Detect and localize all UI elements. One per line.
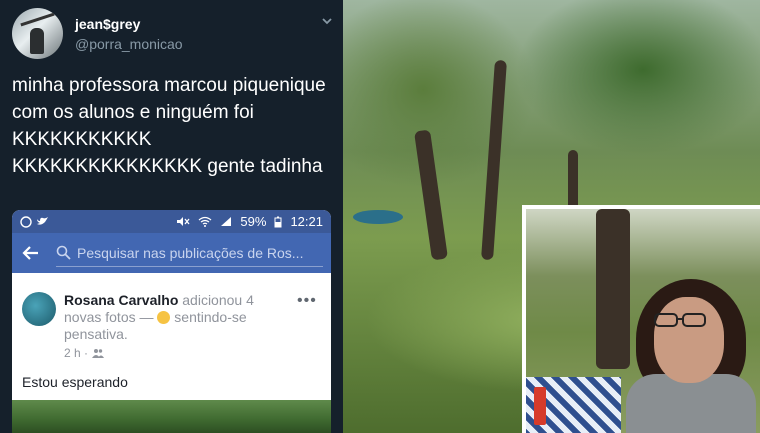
twitter-icon [37, 217, 48, 225]
whatsapp-icon [20, 215, 32, 228]
battery-icon [274, 216, 282, 227]
signal-icon [221, 217, 232, 226]
post-photo[interactable] [12, 400, 331, 433]
tweet-handle[interactable]: @porra_monicao [75, 36, 183, 52]
tree-trunk [414, 129, 448, 261]
more-options-icon[interactable]: ••• [297, 292, 317, 310]
mute-icon [177, 217, 190, 226]
search-placeholder: Pesquisar nas publicações de Ros... [77, 244, 304, 261]
post-author[interactable]: Rosana Carvalho [64, 292, 178, 308]
back-button[interactable] [20, 242, 42, 264]
drink-bottle [534, 387, 546, 425]
embedded-screenshot: 59% 12:21 Pesquisar nas publicações de R… [12, 210, 331, 433]
tweet-text: minha professora marcou piquenique com o… [12, 75, 326, 177]
inset-photo [522, 205, 760, 433]
friends-icon [92, 349, 105, 358]
facebook-search-bar: Pesquisar nas publicações de Ros... [12, 233, 331, 273]
pensive-emoji-icon [157, 311, 171, 324]
post-time: 2 h · [64, 346, 89, 360]
tweet-avatar[interactable] [12, 8, 63, 59]
post-text: Estou esperando [22, 374, 128, 390]
tree-trunk [481, 59, 507, 261]
tweet-card: jean$grey @porra_monicao minha professor… [0, 0, 343, 433]
glasses-icon [654, 313, 706, 327]
post-header: Rosana Carvalho adicionou 4 novas fotos … [64, 292, 294, 343]
post-meta: 2 h · [64, 346, 105, 360]
search-input[interactable]: Pesquisar nas publicações de Ros... [56, 239, 323, 267]
clock: 12:21 [290, 214, 323, 229]
arrow-left-icon [22, 246, 38, 260]
chevron-down-icon[interactable] [320, 14, 334, 28]
umbrella [353, 210, 403, 224]
phone-status-bar: 59% 12:21 [12, 210, 331, 233]
wifi-icon [199, 216, 212, 227]
battery-level: 59% [240, 214, 267, 229]
search-icon [56, 245, 71, 260]
facebook-post: Rosana Carvalho adicionou 4 novas fotos … [12, 282, 331, 433]
tree-trunk [596, 209, 630, 369]
person-face [654, 297, 724, 383]
post-avatar[interactable] [22, 292, 56, 326]
tweet-display-name[interactable]: jean$grey [75, 16, 140, 32]
